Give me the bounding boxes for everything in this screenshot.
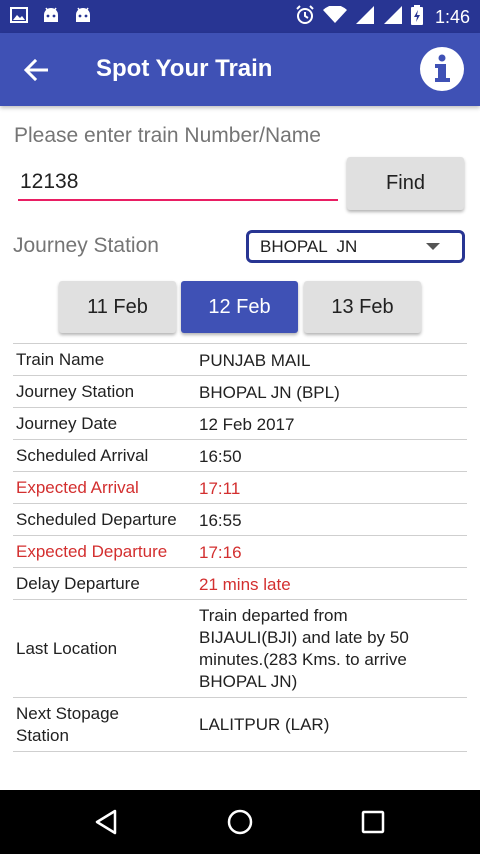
journey-station-label: Journey Station <box>13 234 159 257</box>
find-button[interactable]: Find <box>347 157 464 210</box>
system-icons: 1:46 <box>295 4 470 30</box>
row-label: Delay Departure <box>16 574 140 593</box>
row-label: Scheduled Arrival <box>16 446 149 465</box>
table-row: Expected Arrival 17:11 <box>13 472 467 504</box>
system-nav-bar <box>0 790 480 854</box>
row-label: Scheduled Departure <box>16 510 177 529</box>
notification-icons <box>10 7 92 23</box>
clock: 1:46 <box>434 6 470 27</box>
train-search-prompt: Please enter train Number/Name <box>14 124 321 147</box>
info-icon <box>435 54 450 82</box>
status-bar: 1:46 <box>0 0 480 33</box>
table-row: Expected Departure 17:16 <box>13 536 467 568</box>
row-label: Next Stopage Station <box>16 704 120 745</box>
nav-home-button[interactable] <box>220 802 260 842</box>
row-label: Journey Date <box>16 414 118 433</box>
page-title: Spot Your Train <box>96 55 273 82</box>
back-triangle-icon <box>95 809 117 835</box>
row-value: 17:11 <box>199 479 241 498</box>
signal-icon <box>383 5 403 30</box>
row-value: 17:16 <box>199 543 242 562</box>
table-row: Last Location Train departed from BIJAUL… <box>13 600 467 698</box>
row-label: Train Name <box>16 350 105 369</box>
row-label: Expected Arrival <box>16 478 139 497</box>
arrow-left-icon <box>24 59 48 81</box>
battery-icon <box>410 4 423 30</box>
date-button-11-feb[interactable]: 11 Feb <box>59 281 176 333</box>
row-value: Train departed from BIJAULI(BJI) and lat… <box>199 606 409 691</box>
train-number-input[interactable] <box>18 165 338 201</box>
android-icon <box>42 7 60 23</box>
table-row: Journey Station BHOPAL JN (BPL) <box>13 376 467 408</box>
row-value: 16:50 <box>199 447 242 466</box>
table-row: Scheduled Departure 16:55 <box>13 504 467 536</box>
selected-station: BHOPAL JN <box>260 236 358 256</box>
row-label: Expected Departure <box>16 542 168 561</box>
table-row: Journey Date 12 Feb 2017 <box>13 408 467 440</box>
row-value: 21 mins late <box>199 575 291 594</box>
journey-station-dropdown[interactable]: BHOPAL JN <box>246 230 465 263</box>
table-row: Next Stopage Station LALITPUR (LAR) <box>13 698 467 752</box>
recents-square-icon <box>361 810 385 834</box>
table-row: Scheduled Arrival 16:50 <box>13 440 467 472</box>
date-button-13-feb[interactable]: 13 Feb <box>304 281 421 333</box>
row-label: Journey Station <box>16 382 135 401</box>
info-button[interactable] <box>420 47 464 91</box>
row-label: Last Location <box>16 639 118 658</box>
nav-back-button[interactable] <box>86 802 126 842</box>
row-value: LALITPUR (LAR) <box>199 715 330 734</box>
wifi-icon <box>322 4 347 29</box>
nav-recents-button[interactable] <box>353 802 393 842</box>
signal-icon <box>355 5 375 30</box>
train-details-table: Train Name PUNJAB MAIL Journey Station B… <box>13 343 467 752</box>
row-value: 16:55 <box>199 511 242 530</box>
table-row: Train Name PUNJAB MAIL <box>13 344 467 376</box>
android-icon <box>74 7 92 23</box>
row-value: 12 Feb 2017 <box>199 415 295 434</box>
alarm-icon <box>295 4 315 30</box>
row-value: PUNJAB MAIL <box>199 351 311 370</box>
app-bar: Spot Your Train <box>0 33 480 106</box>
back-button[interactable] <box>18 53 54 87</box>
home-circle-icon <box>227 809 253 835</box>
table-row: Delay Departure 21 mins late <box>13 568 467 600</box>
row-value: BHOPAL JN (BPL) <box>199 383 340 402</box>
gallery-icon <box>10 7 28 23</box>
date-button-12-feb[interactable]: 12 Feb <box>181 281 298 333</box>
dropdown-arrow-icon <box>426 243 440 250</box>
